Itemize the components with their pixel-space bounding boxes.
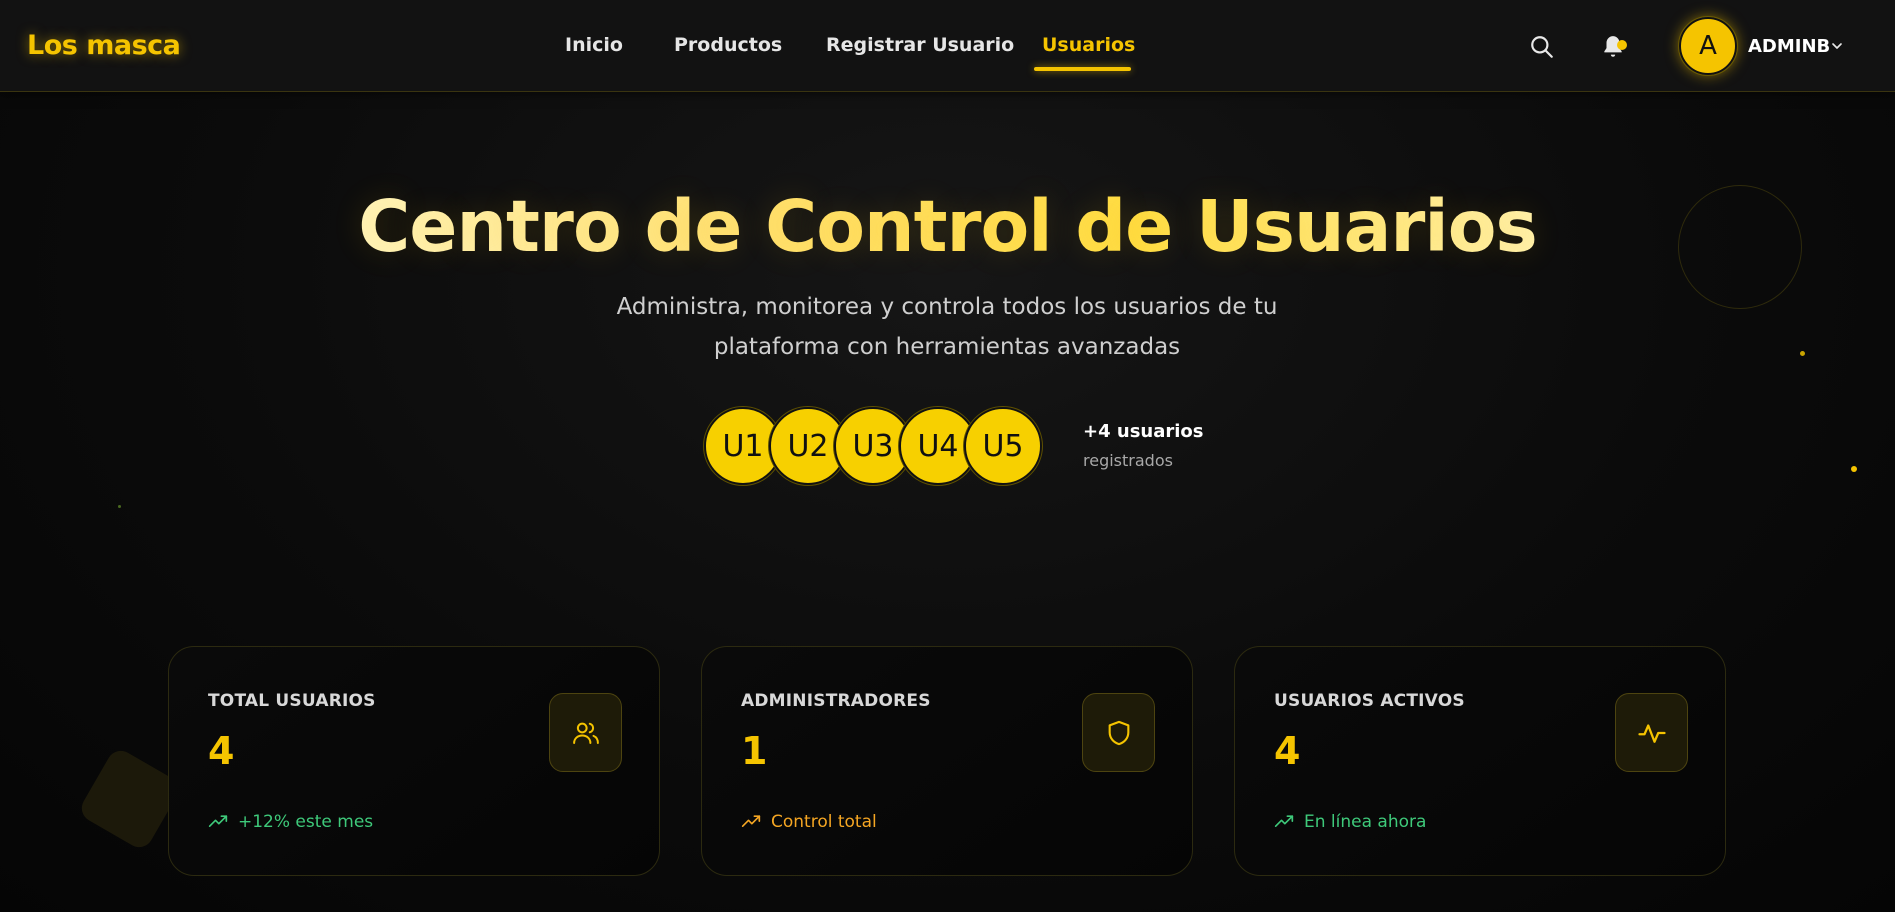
page-subtitle: Administra, monitorea y controla todos l… bbox=[616, 294, 1278, 360]
stat-icon-box bbox=[549, 693, 622, 772]
user-avatar[interactable]: A bbox=[1678, 16, 1738, 76]
user-avatar-stack: U1 U2 U3 U4 U5 bbox=[704, 407, 1044, 485]
stat-trend: +12% este mes bbox=[208, 812, 373, 832]
active-nav-indicator bbox=[1034, 67, 1131, 71]
activity-icon bbox=[1637, 723, 1666, 743]
decorative-dot bbox=[1800, 351, 1805, 356]
stat-value: 4 bbox=[208, 729, 235, 773]
chevron-down-icon[interactable] bbox=[1829, 38, 1845, 54]
trending-up-icon bbox=[1274, 815, 1294, 827]
stat-trend: Control total bbox=[741, 812, 877, 832]
stat-card-active-users[interactable]: USUARIOS ACTIVOS 4 En línea ahora bbox=[1234, 646, 1726, 876]
extra-users-label: registrados bbox=[1083, 451, 1173, 470]
stat-value: 4 bbox=[1274, 729, 1301, 773]
extra-users-count: +4 usuarios bbox=[1083, 421, 1204, 442]
page-title: Centro de Control de Usuarios bbox=[0, 185, 1895, 268]
stat-card-total-users[interactable]: TOTAL USUARIOS 4 +12% este mes bbox=[168, 646, 660, 876]
nav-link-inicio[interactable]: Inicio bbox=[565, 34, 623, 56]
stat-trend-text: +12% este mes bbox=[238, 812, 374, 832]
nav-link-productos[interactable]: Productos bbox=[674, 34, 782, 56]
stat-card-administrators[interactable]: ADMINISTRADORES 1 Control total bbox=[701, 646, 1193, 876]
navbar: Los masca Inicio Productos Registrar Usu… bbox=[0, 0, 1895, 92]
nav-link-registrar-usuario[interactable]: Registrar Usuario bbox=[826, 34, 1014, 56]
stat-label: USUARIOS ACTIVOS bbox=[1274, 691, 1465, 711]
decorative-dot bbox=[1851, 466, 1857, 472]
notification-dot bbox=[1617, 40, 1627, 50]
shield-icon bbox=[1108, 720, 1129, 745]
stat-trend-text: En línea ahora bbox=[1304, 812, 1427, 832]
stat-label: TOTAL USUARIOS bbox=[208, 691, 376, 711]
stack-avatar[interactable]: U5 bbox=[964, 407, 1042, 485]
users-icon bbox=[572, 722, 599, 744]
stat-value: 1 bbox=[741, 729, 768, 773]
trending-up-icon bbox=[741, 815, 761, 827]
stat-icon-box bbox=[1082, 693, 1155, 772]
stat-icon-box bbox=[1615, 693, 1688, 772]
decorative-dot bbox=[118, 505, 121, 508]
nav-link-usuarios[interactable]: Usuarios bbox=[1042, 34, 1135, 56]
trending-up-icon bbox=[208, 815, 228, 827]
stat-trend: En línea ahora bbox=[1274, 812, 1426, 832]
stat-label: ADMINISTRADORES bbox=[741, 691, 931, 711]
user-name[interactable]: ADMINB bbox=[1748, 36, 1830, 57]
stat-trend-text: Control total bbox=[771, 812, 877, 832]
search-icon[interactable] bbox=[1529, 34, 1555, 60]
